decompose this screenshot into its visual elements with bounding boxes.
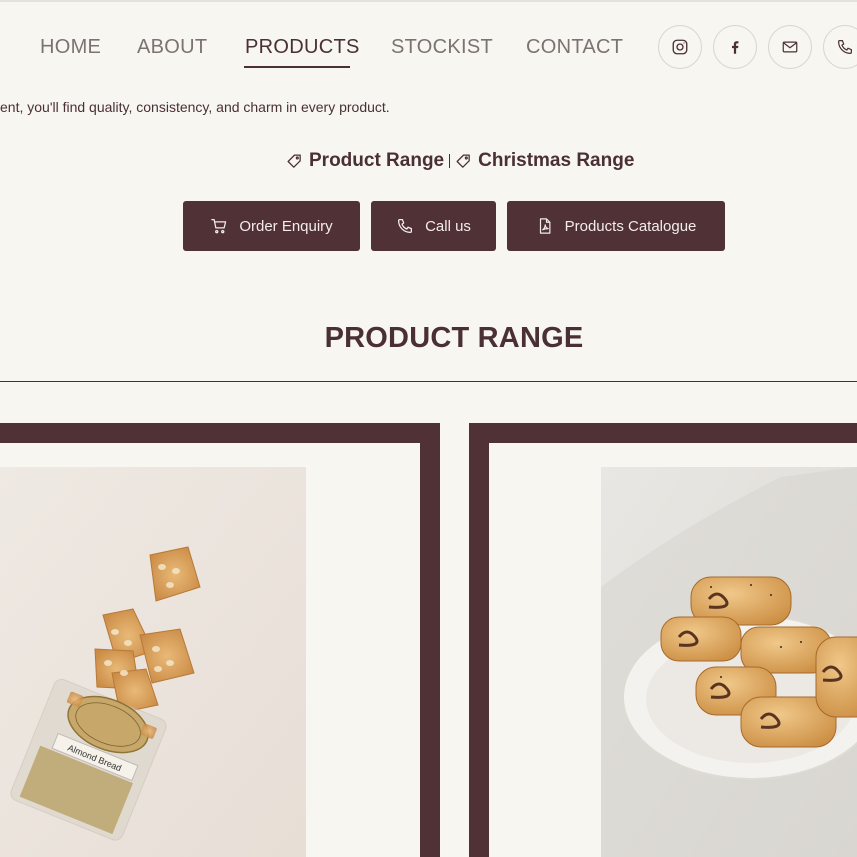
top-border (0, 0, 857, 2)
order-enquiry-button[interactable]: Order Enquiry (183, 201, 360, 251)
phone-icon (838, 40, 852, 54)
products-catalogue-button[interactable]: Products Catalogue (507, 201, 725, 251)
order-enquiry-label: Order Enquiry (239, 217, 333, 235)
nav-stockist[interactable]: STOCKIST (391, 36, 493, 59)
intro-text: ent, you'll find quality, consistency, a… (0, 99, 390, 115)
phone-icon (398, 218, 413, 234)
product-range-link[interactable]: Product Range (286, 150, 444, 172)
nav-home[interactable]: HOME (40, 36, 101, 59)
pdf-icon (539, 218, 551, 234)
christmas-range-label: Christmas Range (478, 150, 635, 171)
section-title: PRODUCT RANGE (324, 322, 584, 354)
nav-products[interactable]: PRODUCTS (245, 36, 360, 59)
product-range-label: Product Range (309, 150, 445, 171)
section-divider (0, 381, 857, 382)
instagram-icon (672, 39, 688, 55)
instagram-button[interactable] (658, 25, 702, 69)
range-links: Product Range Christmas Range (286, 150, 634, 172)
nav-active-underline (244, 66, 350, 68)
christmas-range-link[interactable]: Christmas Range (455, 150, 634, 172)
mail-icon (782, 41, 798, 53)
nut-roll-pastries-photo[interactable] (601, 467, 857, 857)
tag-icon (287, 153, 301, 168)
nav-about[interactable]: ABOUT (137, 36, 207, 59)
facebook-button[interactable] (713, 25, 757, 69)
tag-icon (456, 153, 470, 168)
almond-bread-photo[interactable]: Almond Bread (0, 467, 306, 857)
facebook-icon (732, 41, 739, 54)
call-us-label: Call us (425, 217, 471, 235)
range-separator (449, 154, 451, 168)
cart-icon (211, 218, 227, 234)
call-us-button[interactable]: Call us (371, 201, 496, 251)
products-catalogue-label: Products Catalogue (564, 217, 697, 235)
nav-contact[interactable]: CONTACT (526, 36, 623, 59)
mail-button[interactable] (768, 25, 812, 69)
phone-button[interactable] (823, 25, 857, 69)
